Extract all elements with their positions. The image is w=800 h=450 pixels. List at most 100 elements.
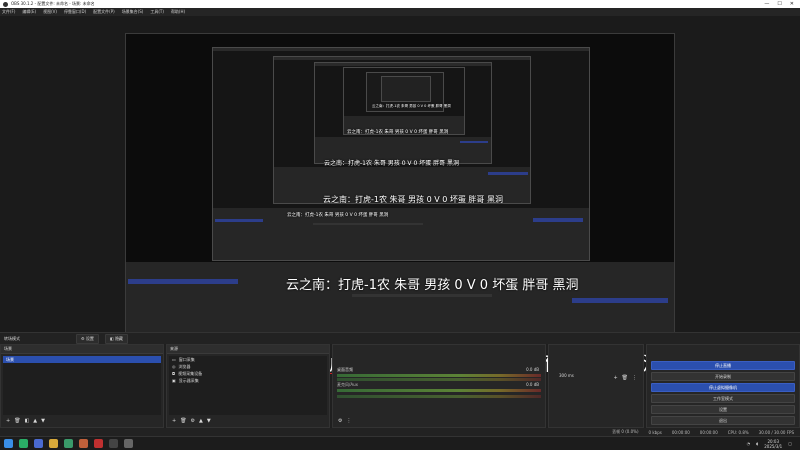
source-item[interactable]: ▣ 显示器采集 bbox=[169, 377, 327, 384]
title-bar: OBS 30.1.2 - 配置文件: 未命名 - 场景: 未命名 — ☐ ✕ bbox=[0, 0, 800, 8]
sources-toolbar: + 🗑 ⚙ ▲ ▼ bbox=[169, 416, 327, 426]
mixer-track-db: 0.0 dB bbox=[526, 367, 539, 372]
settings-button[interactable]: 设置 bbox=[651, 405, 795, 414]
nested-capture-3: 云之南：打虎-1农 朱哥 男孩 0 V 0 坏蛋 胖哥 黑洞 云之南：打虎-1农… bbox=[314, 62, 492, 164]
monitor-icon: ▣ bbox=[172, 378, 176, 383]
record-icon[interactable] bbox=[94, 439, 103, 448]
settings-button[interactable]: ⚙ 设置 bbox=[76, 333, 99, 344]
menu-scene-collection[interactable]: 场景集合(S) bbox=[122, 9, 144, 15]
caption-text-2: 云之南：打虎-1农 朱哥 男孩 0 V 0 坏蛋 胖哥 黑洞 bbox=[323, 195, 503, 204]
window-icon: ▭ bbox=[172, 357, 176, 362]
menu-profile[interactable]: 配置文件(P) bbox=[93, 9, 115, 15]
live-timer: 00:00:00 bbox=[671, 429, 690, 435]
nested-stream-button bbox=[533, 218, 583, 222]
caption-text-3: 云之南：打虎-1农 朱哥 男孩 0 V 0 坏蛋 胖哥 黑洞 bbox=[324, 160, 459, 167]
move-up-icon[interactable]: ▲ bbox=[33, 418, 37, 424]
app-icon[interactable] bbox=[34, 439, 43, 448]
game-icon[interactable] bbox=[79, 439, 88, 448]
transitions-toolbar: + 🗑 ⋮ bbox=[551, 373, 641, 383]
clock[interactable]: 20:03 2025/3/1 bbox=[764, 439, 782, 449]
stop-streaming-button[interactable]: 停止直播 bbox=[651, 361, 795, 370]
system-tray: ◔ ◖ 20:03 2025/3/1 ▢ bbox=[747, 439, 800, 449]
mixer-track-db: 0.0 dB bbox=[526, 382, 539, 387]
trash-icon[interactable]: 🗑 bbox=[14, 418, 20, 424]
folder-icon[interactable] bbox=[49, 439, 58, 448]
add-icon[interactable]: + bbox=[172, 418, 176, 424]
chat-icon[interactable] bbox=[64, 439, 73, 448]
menu-tools[interactable]: 工具(T) bbox=[150, 9, 164, 15]
nested-capture-6 bbox=[381, 76, 431, 102]
obs-icon[interactable] bbox=[109, 439, 118, 448]
wechat-icon[interactable] bbox=[19, 439, 28, 448]
menu-edit[interactable]: 编辑(E) bbox=[22, 9, 36, 15]
source-label: 浏览器 bbox=[178, 363, 191, 369]
source-item[interactable]: ◎ 浏览器 bbox=[169, 363, 327, 370]
close-icon[interactable]: ✕ bbox=[790, 1, 794, 7]
source-item[interactable]: ▭ 窗口采集 bbox=[169, 356, 327, 363]
captured-stream-button bbox=[572, 298, 668, 303]
stop-virtual-camera-button[interactable]: 停止虚拟摄像机 bbox=[651, 383, 795, 392]
caption-text-4: 云之南：打虎-1农 朱哥 男孩 0 V 0 坏蛋 胖哥 黑洞 bbox=[347, 130, 449, 135]
source-item[interactable]: ◘ 视频采集设备 bbox=[169, 370, 327, 377]
move-down-icon[interactable]: ▼ bbox=[207, 418, 211, 424]
volume-icon[interactable]: ◖ bbox=[756, 441, 758, 446]
notification-icon[interactable]: ▢ bbox=[788, 441, 792, 446]
nested-docks bbox=[213, 208, 589, 260]
gear-icon: ⚙ bbox=[81, 335, 85, 341]
pin-icon[interactable] bbox=[124, 439, 133, 448]
preview-area[interactable]: 云之南：打虎-1农 朱哥 男孩 0 V 0 坏蛋 胖哥 黑洞 云之南：打虎-1农… bbox=[0, 16, 800, 375]
scene-item[interactable]: 场景 bbox=[3, 356, 161, 363]
mixer-slider[interactable] bbox=[337, 378, 541, 381]
maximize-icon[interactable]: ☐ bbox=[777, 1, 781, 7]
add-icon[interactable]: + bbox=[6, 418, 10, 424]
sources-dock-title: 来源 bbox=[167, 345, 329, 354]
scenes-list[interactable]: 场景 bbox=[3, 356, 161, 415]
studio-mode-button[interactable]: 工作室模式 bbox=[651, 394, 795, 403]
mixer-slider[interactable] bbox=[337, 395, 541, 398]
menu-dots-icon[interactable]: ⋮ bbox=[632, 375, 637, 381]
status-bar: 丢帧 0 (0.0%) 0 kbps 00:00:00 00:00:00 CPU… bbox=[0, 428, 800, 436]
preview-canvas[interactable]: 云之南：打虎-1农 朱哥 男孩 0 V 0 坏蛋 胖哥 黑洞 云之南：打虎-1农… bbox=[125, 33, 675, 344]
hide-label: 隐藏 bbox=[114, 335, 123, 341]
nested-capture-4: 云之南：打虎-1农 朱哥 男孩 0 V 0 坏蛋 胖哥 黑洞 bbox=[343, 67, 465, 135]
menu-bar: 文件(F) 编辑(E) 视图(V) 停靠窗口(D) 配置文件(P) 场景集合(S… bbox=[0, 8, 800, 16]
exit-button[interactable]: 退出 bbox=[651, 416, 795, 425]
mixer-meter bbox=[337, 389, 541, 392]
move-down-icon[interactable]: ▼ bbox=[41, 418, 45, 424]
obs-logo-icon bbox=[3, 1, 8, 7]
windows-icon[interactable] bbox=[4, 439, 13, 448]
source-label: 窗口采集 bbox=[178, 356, 195, 362]
gear-icon[interactable]: ⚙ bbox=[191, 418, 195, 424]
nested-scene-selected bbox=[215, 219, 263, 222]
mixer-meter bbox=[337, 374, 541, 377]
source-label: 视频采集设备 bbox=[178, 370, 203, 376]
start-recording-button[interactable]: 开始录制 bbox=[651, 372, 795, 381]
add-icon[interactable]: + bbox=[613, 375, 617, 381]
mixer-toolbar: ⚙ ⋮ bbox=[335, 416, 543, 426]
scenes-dock-title: 场景 bbox=[1, 345, 163, 354]
wifi-icon[interactable]: ◔ bbox=[747, 441, 751, 446]
filter-icon[interactable]: ◧ bbox=[25, 418, 30, 424]
window-title: OBS 30.1.2 - 配置文件: 未命名 - 场景: 未命名 bbox=[11, 1, 95, 6]
caption-text-5: 云之南：打虎-1农 朱哥 男孩 0 V 0 坏蛋 胖哥 黑洞 bbox=[372, 104, 451, 108]
gear-icon[interactable]: ⚙ bbox=[338, 418, 342, 424]
menu-view[interactable]: 视图(V) bbox=[43, 9, 57, 15]
rec-timer: 00:00:00 bbox=[699, 429, 718, 435]
sources-dock: 来源 ▭ 窗口采集 ◎ 浏览器 ◘ 视频采集设备 ▣ 显示器采集 + 🗑 ⚙ ▲ ▼ bbox=[166, 344, 330, 428]
menu-dots-icon[interactable]: ⋮ bbox=[346, 418, 351, 424]
minimize-icon[interactable]: — bbox=[764, 1, 769, 7]
nested-menubar bbox=[213, 48, 589, 51]
hide-button[interactable]: ◧ 隐藏 bbox=[104, 333, 128, 344]
camera-icon: ◘ bbox=[172, 371, 176, 376]
move-up-icon[interactable]: ▲ bbox=[199, 418, 203, 424]
sources-list[interactable]: ▭ 窗口采集 ◎ 浏览器 ◘ 视频采集设备 ▣ 显示器采集 bbox=[169, 356, 327, 415]
scenes-dock: 场景 场景 + 🗑 ◧ ▲ ▼ bbox=[0, 344, 164, 428]
trash-icon[interactable]: 🗑 bbox=[622, 375, 628, 381]
menu-docks[interactable]: 停靠窗口(D) bbox=[64, 9, 86, 15]
menu-file[interactable]: 文件(F) bbox=[2, 9, 15, 15]
mixer-track-label: 桌面音频 bbox=[337, 367, 353, 372]
trash-icon[interactable]: 🗑 bbox=[180, 418, 186, 424]
nested-mixer bbox=[313, 223, 423, 225]
menu-help[interactable]: 帮助(H) bbox=[171, 9, 185, 15]
captured-scene-selected bbox=[128, 279, 238, 284]
